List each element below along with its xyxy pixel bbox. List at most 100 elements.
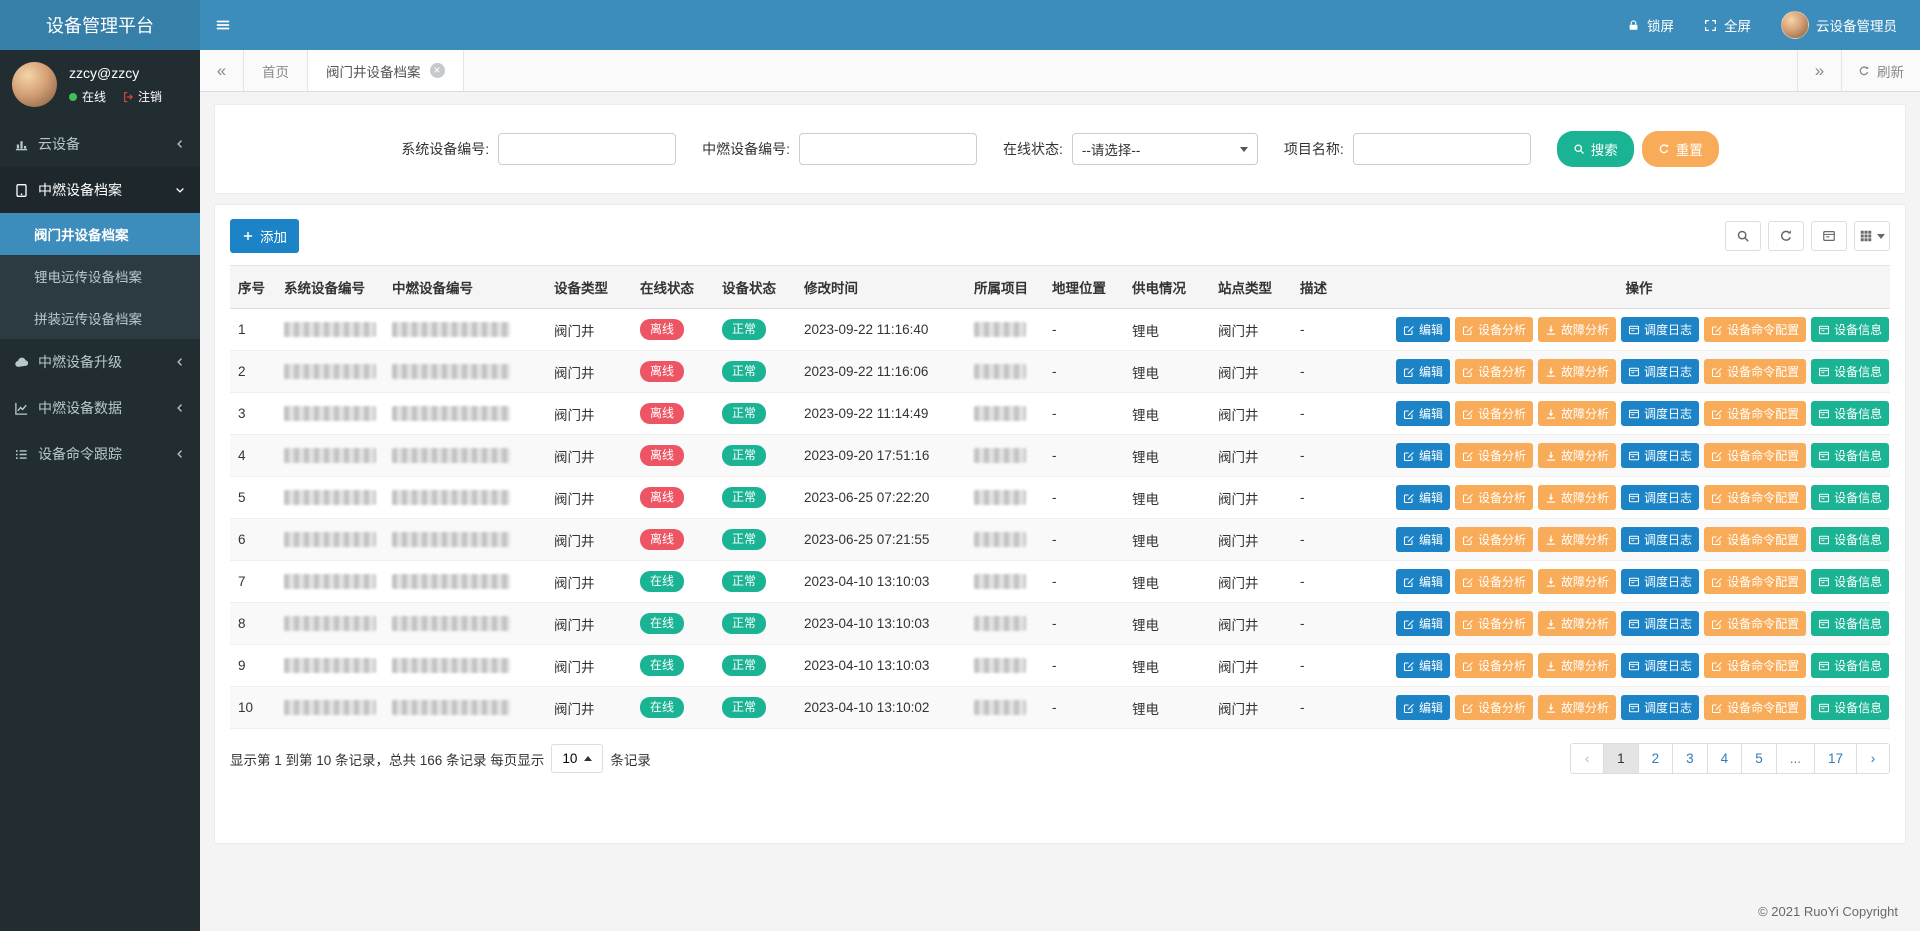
device-info-button[interactable]: 设备信息	[1811, 443, 1889, 468]
sidebar-subitem[interactable]: 锂电远传设备档案	[0, 255, 200, 297]
dispatch-log-button[interactable]: 调度日志	[1621, 611, 1699, 636]
edit-button[interactable]: 编辑	[1396, 443, 1450, 468]
device-command-config-button[interactable]: 设备命令配置	[1704, 569, 1806, 594]
sidebar-item[interactable]: 中燃设备数据	[0, 385, 200, 431]
edit-button[interactable]: 编辑	[1396, 695, 1450, 720]
edit-button[interactable]: 编辑	[1396, 401, 1450, 426]
columns-dropdown-button[interactable]	[1854, 221, 1890, 251]
search-button[interactable]: 搜索	[1557, 131, 1634, 167]
device-command-config-button[interactable]: 设备命令配置	[1704, 317, 1806, 342]
dispatch-log-button[interactable]: 调度日志	[1621, 401, 1699, 426]
sidebar-item[interactable]: 中燃设备档案	[0, 167, 200, 213]
dispatch-log-button[interactable]: 调度日志	[1621, 485, 1699, 510]
page-number[interactable]: 4	[1707, 743, 1743, 774]
device-info-button[interactable]: 设备信息	[1811, 611, 1889, 636]
tabs-scroll-right-button[interactable]: »	[1797, 50, 1841, 91]
dispatch-log-button[interactable]: 调度日志	[1621, 359, 1699, 384]
fault-analysis-button[interactable]: 故障分析	[1538, 485, 1616, 510]
device-analysis-button[interactable]: 设备分析	[1455, 611, 1533, 636]
sidebar-item[interactable]: 云设备	[0, 121, 200, 167]
fault-analysis-button[interactable]: 故障分析	[1538, 653, 1616, 678]
detail-view-button[interactable]	[1811, 221, 1847, 251]
reset-button[interactable]: 重置	[1642, 131, 1719, 167]
device-info-button[interactable]: 设备信息	[1811, 527, 1889, 552]
device-info-button[interactable]: 设备信息	[1811, 401, 1889, 426]
toggle-search-button[interactable]	[1725, 221, 1761, 251]
sidebar-subitem[interactable]: 阀门井设备档案	[0, 213, 200, 255]
tab-item[interactable]: 首页	[244, 50, 308, 91]
dispatch-log-button[interactable]: 调度日志	[1621, 317, 1699, 342]
device-info-button[interactable]: 设备信息	[1811, 359, 1889, 384]
device-command-config-button[interactable]: 设备命令配置	[1704, 485, 1806, 510]
refresh-table-button[interactable]	[1768, 221, 1804, 251]
device-analysis-button[interactable]: 设备分析	[1455, 443, 1533, 468]
sidebar-item[interactable]: 设备命令跟踪	[0, 431, 200, 477]
tabs-scroll-left-button[interactable]: «	[200, 50, 244, 91]
edit-button[interactable]: 编辑	[1396, 569, 1450, 594]
edit-button[interactable]: 编辑	[1396, 653, 1450, 678]
page-number[interactable]: 3	[1672, 743, 1708, 774]
page-size-dropdown[interactable]: 10	[551, 744, 603, 773]
fullscreen-button[interactable]: 全屏	[1689, 0, 1766, 50]
device-info-button[interactable]: 设备信息	[1811, 485, 1889, 510]
device-command-config-button[interactable]: 设备命令配置	[1704, 401, 1806, 426]
fault-analysis-button[interactable]: 故障分析	[1538, 695, 1616, 720]
refresh-tab-button[interactable]: 刷新	[1841, 50, 1920, 91]
page-next-button[interactable]: ›	[1856, 743, 1890, 774]
dispatch-log-button[interactable]: 调度日志	[1621, 695, 1699, 720]
lock-screen-button[interactable]: 锁屏	[1612, 0, 1689, 50]
device-info-button[interactable]: 设备信息	[1811, 317, 1889, 342]
sidebar-item-label: 中燃设备升级	[38, 352, 165, 372]
page-number[interactable]: 5	[1741, 743, 1777, 774]
search-input-1[interactable]	[799, 133, 977, 165]
edit-button[interactable]: 编辑	[1396, 485, 1450, 510]
fault-analysis-button[interactable]: 故障分析	[1538, 359, 1616, 384]
sidebar-item[interactable]: 中燃设备升级	[0, 339, 200, 385]
dispatch-log-button[interactable]: 调度日志	[1621, 527, 1699, 552]
edit-button[interactable]: 编辑	[1396, 359, 1450, 384]
online-status-select[interactable]: --请选择--	[1072, 133, 1258, 165]
device-command-config-button[interactable]: 设备命令配置	[1704, 611, 1806, 636]
sidebar-toggle-button[interactable]	[200, 0, 246, 50]
edit-button[interactable]: 编辑	[1396, 611, 1450, 636]
device-command-config-button[interactable]: 设备命令配置	[1704, 695, 1806, 720]
device-analysis-button[interactable]: 设备分析	[1455, 485, 1533, 510]
page-number-active[interactable]: 1	[1603, 743, 1639, 774]
page-number[interactable]: 2	[1638, 743, 1674, 774]
device-command-config-button[interactable]: 设备命令配置	[1704, 653, 1806, 678]
user-menu[interactable]: 云设备管理员	[1766, 0, 1912, 50]
dispatch-log-button[interactable]: 调度日志	[1621, 569, 1699, 594]
device-info-button[interactable]: 设备信息	[1811, 653, 1889, 678]
fault-analysis-button[interactable]: 故障分析	[1538, 317, 1616, 342]
edit-button[interactable]: 编辑	[1396, 527, 1450, 552]
tab-item[interactable]: 阀门井设备档案×	[308, 50, 464, 91]
tab-close-icon[interactable]: ×	[430, 63, 445, 78]
device-analysis-button[interactable]: 设备分析	[1455, 527, 1533, 552]
page-number[interactable]: 17	[1814, 743, 1857, 774]
device-command-config-button[interactable]: 设备命令配置	[1704, 359, 1806, 384]
device-analysis-button[interactable]: 设备分析	[1455, 695, 1533, 720]
search-input-0[interactable]	[498, 133, 676, 165]
device-info-button[interactable]: 设备信息	[1811, 569, 1889, 594]
search-input-3[interactable]	[1353, 133, 1531, 165]
fault-analysis-button[interactable]: 故障分析	[1538, 443, 1616, 468]
device-command-config-button[interactable]: 设备命令配置	[1704, 527, 1806, 552]
dispatch-log-button[interactable]: 调度日志	[1621, 653, 1699, 678]
device-analysis-button[interactable]: 设备分析	[1455, 401, 1533, 426]
device-analysis-button[interactable]: 设备分析	[1455, 569, 1533, 594]
logout-link[interactable]: 注销	[122, 88, 162, 105]
dispatch-log-button[interactable]: 调度日志	[1621, 443, 1699, 468]
fault-analysis-button[interactable]: 故障分析	[1538, 611, 1616, 636]
device-command-config-button[interactable]: 设备命令配置	[1704, 443, 1806, 468]
fault-analysis-button[interactable]: 故障分析	[1538, 401, 1616, 426]
device-analysis-button[interactable]: 设备分析	[1455, 653, 1533, 678]
sidebar-subitem[interactable]: 拼装远传设备档案	[0, 297, 200, 339]
add-button[interactable]: 添加	[230, 219, 299, 253]
device-analysis-button[interactable]: 设备分析	[1455, 359, 1533, 384]
page-prev-button[interactable]: ‹	[1570, 743, 1604, 774]
fault-analysis-button[interactable]: 故障分析	[1538, 569, 1616, 594]
device-info-button[interactable]: 设备信息	[1811, 695, 1889, 720]
edit-button[interactable]: 编辑	[1396, 317, 1450, 342]
fault-analysis-button[interactable]: 故障分析	[1538, 527, 1616, 552]
device-analysis-button[interactable]: 设备分析	[1455, 317, 1533, 342]
